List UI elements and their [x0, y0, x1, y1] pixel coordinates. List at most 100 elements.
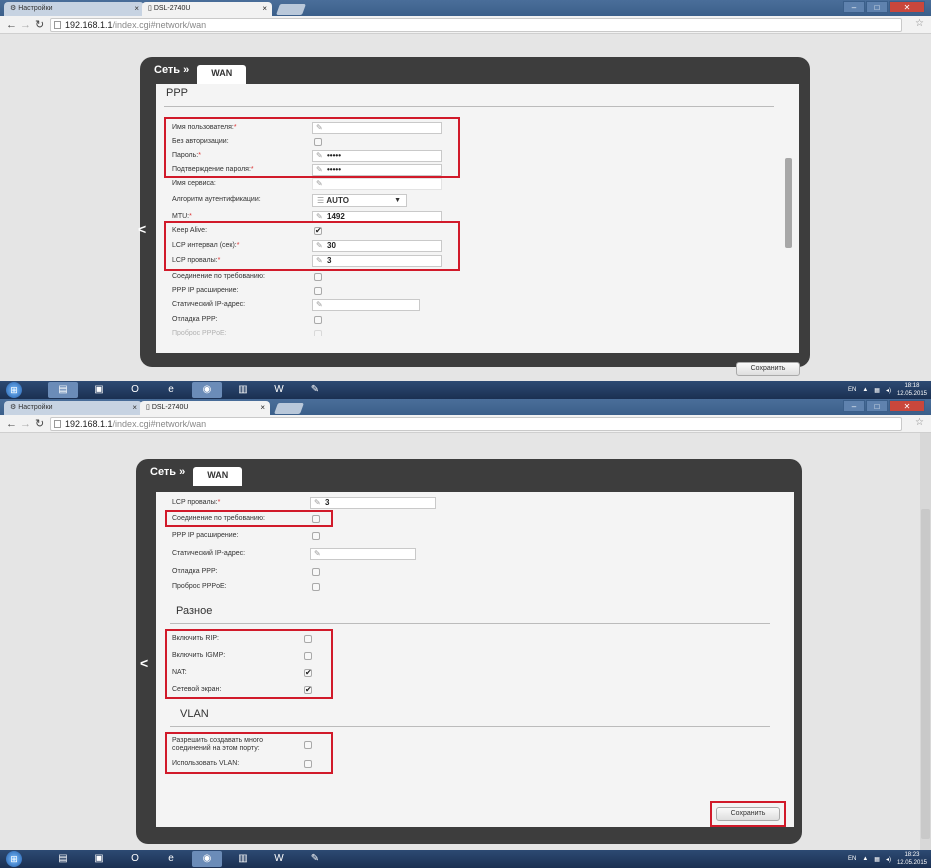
volume-icon[interactable]: ◂) [886, 387, 891, 394]
language-indicator[interactable]: EN [848, 387, 856, 393]
network-app-icon[interactable]: ▥ [228, 382, 258, 398]
back-icon[interactable]: ← [6, 18, 17, 32]
page-icon [54, 21, 61, 29]
network-icon[interactable]: ▦ [874, 387, 880, 394]
field-label: Статический IP-адрес: [172, 301, 246, 308]
maximize-button[interactable]: □ [866, 1, 888, 13]
tab-settings[interactable]: ⚙ Настройки × [4, 401, 142, 415]
opera-icon[interactable]: O [120, 851, 150, 867]
breadcrumb[interactable]: Сеть » [154, 64, 189, 76]
back-icon[interactable]: ← [6, 417, 17, 431]
network-icon[interactable]: ▦ [874, 856, 880, 863]
windows-taskbar: ⊞ ▤ ▣ O e ◉ ▥ W ✎ EN ▲ ▦ ◂) 18:18 12.05.2… [0, 381, 931, 399]
field-label: PPP IP расширение: [172, 532, 239, 539]
star-icon[interactable]: ☆ [915, 18, 927, 29]
section-title-misc: Разное [176, 605, 213, 617]
pppoe-pass-checkbox[interactable] [312, 583, 320, 591]
tab-dsl[interactable]: ▯ DSL-2740U × [140, 401, 270, 415]
page-icon [54, 420, 61, 428]
explorer-icon[interactable]: ▤ [48, 382, 78, 398]
ppp-debug-checkbox[interactable] [314, 316, 322, 324]
minimize-button[interactable]: – [843, 1, 865, 13]
word-icon[interactable]: W [264, 382, 294, 398]
field-label: Соединение по требованию: [172, 273, 266, 280]
close-icon[interactable]: × [134, 2, 139, 16]
clock[interactable]: 18:23 12.05.2015 [897, 851, 927, 867]
volume-icon[interactable]: ◂) [886, 856, 891, 863]
pppoe-pass-checkbox[interactable] [314, 330, 322, 336]
forward-icon[interactable]: → [20, 417, 31, 431]
reload-icon[interactable]: ↻ [35, 417, 44, 431]
lcp-fails-input[interactable]: ✎ 3 [310, 497, 436, 509]
chrome-icon[interactable]: ◉ [192, 851, 222, 867]
service-name-input[interactable]: ✎ [312, 178, 442, 190]
close-icon[interactable]: × [132, 401, 137, 415]
highlight-vlan [165, 732, 333, 774]
save-button[interactable]: Сохранить [736, 362, 800, 376]
auth-algorithm-select[interactable]: ☰ AUTO ▼ [312, 194, 407, 207]
scrollbar-thumb[interactable] [921, 509, 930, 839]
opera-icon[interactable]: O [120, 382, 150, 398]
tab-dsl[interactable]: ▯ DSL-2740U × [142, 2, 272, 16]
media-player-icon[interactable]: ▣ [84, 851, 114, 867]
scrollbar[interactable] [784, 88, 793, 318]
media-player-icon[interactable]: ▣ [84, 382, 114, 398]
address-bar[interactable]: 192.168.1.1/index.cgi#network/wan [50, 417, 902, 431]
ppp-ip-ext-checkbox[interactable] [314, 287, 322, 295]
field-on-demand: Соединение по требованию: [172, 271, 462, 283]
router-panel: Сеть » WAN < LCP провалы:* ✎ 3 Соединение… [136, 459, 802, 844]
paint-icon[interactable]: ✎ [300, 382, 330, 398]
tab-label: DSL-2740U [153, 5, 191, 12]
page-viewport: Сеть » WAN < LCP провалы:* ✎ 3 Соединение… [0, 433, 931, 850]
scrollbar-thumb[interactable] [785, 158, 792, 248]
field-static-ip: Статический IP-адрес: ✎ [172, 548, 462, 560]
start-button[interactable]: ⊞ [6, 851, 22, 867]
tab-wan[interactable]: WAN [197, 64, 247, 84]
address-bar[interactable]: 192.168.1.1/index.cgi#network/wan [50, 18, 902, 32]
tab-wan[interactable]: WAN [193, 466, 243, 486]
explorer-icon[interactable]: ▤ [48, 851, 78, 867]
close-icon[interactable]: × [262, 2, 267, 16]
highlight-credentials [164, 117, 460, 178]
url-host: 192.168.1.1 [65, 20, 113, 30]
chrome-icon[interactable]: ◉ [192, 382, 222, 398]
static-ip-input[interactable]: ✎ [310, 548, 416, 560]
field-auth-algorithm: Алгоритм аутентификации: ☰ AUTO ▼ [172, 194, 462, 207]
highlight-misc [165, 629, 333, 699]
word-icon[interactable]: W [264, 851, 294, 867]
paint-icon[interactable]: ✎ [300, 851, 330, 867]
close-window-button[interactable]: ✕ [889, 1, 925, 13]
tray-expand-icon[interactable]: ▲ [862, 387, 868, 393]
field-label: Отладка PPP: [172, 316, 218, 323]
maximize-button[interactable]: □ [866, 400, 888, 412]
highlight-on-demand [165, 510, 333, 527]
back-arrow-icon[interactable]: < [138, 221, 146, 237]
window-controls: – □ ✕ [843, 1, 925, 13]
reload-icon[interactable]: ↻ [35, 18, 44, 32]
tab-settings[interactable]: ⚙ Настройки × [4, 2, 144, 16]
tray-expand-icon[interactable]: ▲ [862, 856, 868, 862]
star-icon[interactable]: ☆ [915, 417, 927, 428]
tab-label: Настройки [18, 404, 53, 411]
close-icon[interactable]: × [260, 401, 265, 415]
clock[interactable]: 18:18 12.05.2015 [897, 382, 927, 398]
pencil-icon: ✎ [316, 179, 323, 188]
close-window-button[interactable]: ✕ [889, 400, 925, 412]
back-arrow-icon[interactable]: < [140, 655, 148, 671]
language-indicator[interactable]: EN [848, 856, 856, 862]
internet-explorer-icon[interactable]: e [156, 851, 186, 867]
start-button[interactable]: ⊞ [6, 382, 22, 398]
static-ip-input[interactable]: ✎ [312, 299, 420, 311]
breadcrumb[interactable]: Сеть » [150, 466, 185, 478]
new-tab-button[interactable] [275, 4, 307, 15]
minimize-button[interactable]: – [843, 400, 865, 412]
network-app-icon[interactable]: ▥ [228, 851, 258, 867]
ppp-ip-ext-checkbox[interactable] [312, 532, 320, 540]
ppp-debug-checkbox[interactable] [312, 568, 320, 576]
browser-toolbar: ← → ↻ 192.168.1.1/index.cgi#network/wan … [0, 16, 931, 34]
forward-icon[interactable]: → [20, 18, 31, 32]
on-demand-checkbox[interactable] [314, 273, 322, 281]
page-scrollbar[interactable] [920, 433, 931, 850]
internet-explorer-icon[interactable]: e [156, 382, 186, 398]
new-tab-button[interactable] [273, 403, 305, 414]
